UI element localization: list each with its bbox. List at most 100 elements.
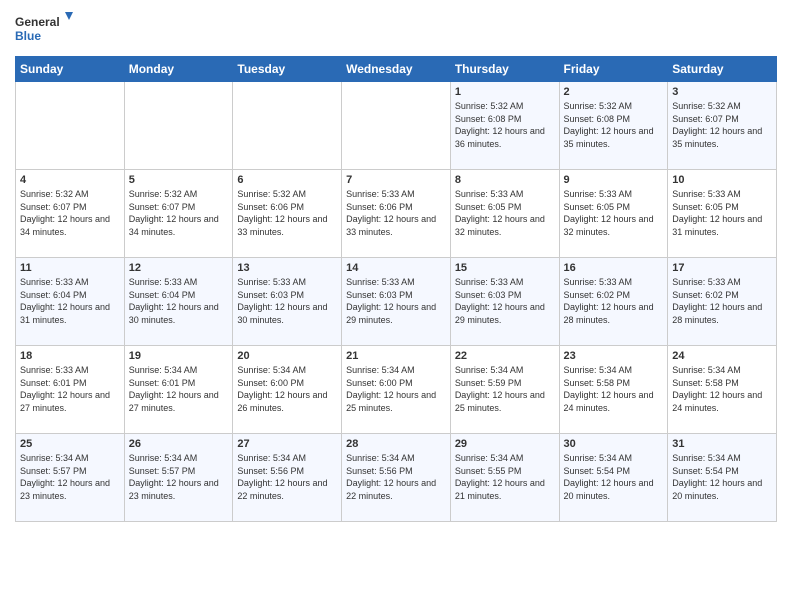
day-number: 11 — [20, 262, 120, 274]
day-number: 1 — [455, 86, 555, 98]
day-number: 7 — [346, 174, 446, 186]
day-number: 18 — [20, 350, 120, 362]
calendar-cell: 19 Sunrise: 5:34 AM Sunset: 6:01 PM Dayli… — [124, 346, 233, 434]
calendar-cell: 21 Sunrise: 5:34 AM Sunset: 6:00 PM Dayli… — [342, 346, 451, 434]
day-number: 5 — [129, 174, 229, 186]
day-number: 22 — [455, 350, 555, 362]
week-row-1: 1 Sunrise: 5:32 AM Sunset: 6:08 PM Daylig… — [16, 82, 777, 170]
day-info: Sunrise: 5:34 AM Sunset: 6:01 PM Dayligh… — [129, 364, 229, 414]
calendar-cell: 30Sunrise: 5:34 AM Sunset: 5:54 PM Dayli… — [559, 434, 668, 522]
calendar-cell: 4Sunrise: 5:32 AM Sunset: 6:07 PM Daylig… — [16, 170, 125, 258]
calendar-cell — [342, 82, 451, 170]
calendar-cell: 27 Sunrise: 5:34 AM Sunset: 5:56 PM Dayli… — [233, 434, 342, 522]
day-info: Sunrise: 5:33 AM Sunset: 6:06 PM Dayligh… — [346, 188, 446, 238]
calendar-cell: 15 Sunrise: 5:33 AM Sunset: 6:03 PM Dayli… — [450, 258, 559, 346]
day-info: Sunrise: 5:34 AM Sunset: 6:00 PM Dayligh… — [346, 364, 446, 414]
calendar-cell — [16, 82, 125, 170]
col-header-friday: Friday — [559, 57, 668, 82]
day-number: 12 — [129, 262, 229, 274]
day-number: 19 — [129, 350, 229, 362]
day-info: Sunrise: 5:34 AM Sunset: 5:57 PM Dayligh… — [129, 452, 229, 502]
calendar-cell: 26Sunrise: 5:34 AM Sunset: 5:57 PM Dayli… — [124, 434, 233, 522]
svg-text:Blue: Blue — [15, 29, 41, 43]
col-header-wednesday: Wednesday — [342, 57, 451, 82]
calendar-cell: 28 Sunrise: 5:34 AM Sunset: 5:56 PM Dayli… — [342, 434, 451, 522]
day-info: Sunrise: 5:33 AM Sunset: 6:05 PM Dayligh… — [455, 188, 555, 238]
week-row-2: 4Sunrise: 5:32 AM Sunset: 6:07 PM Daylig… — [16, 170, 777, 258]
day-info: Sunrise: 5:32 AM Sunset: 6:06 PM Dayligh… — [237, 188, 337, 238]
col-header-tuesday: Tuesday — [233, 57, 342, 82]
calendar-cell: 22 Sunrise: 5:34 AM Sunset: 5:59 PM Dayli… — [450, 346, 559, 434]
calendar-cell: 20 Sunrise: 5:34 AM Sunset: 6:00 PM Dayli… — [233, 346, 342, 434]
day-info: Sunrise: 5:34 AM Sunset: 5:56 PM Dayligh… — [346, 452, 446, 502]
calendar-cell: 25 Sunrise: 5:34 AM Sunset: 5:57 PM Dayli… — [16, 434, 125, 522]
day-info: Sunrise: 5:34 AM Sunset: 5:54 PM Dayligh… — [672, 452, 772, 502]
day-info: Sunrise: 5:34 AM Sunset: 5:59 PM Dayligh… — [455, 364, 555, 414]
day-info: Sunrise: 5:33 AM Sunset: 6:05 PM Dayligh… — [564, 188, 664, 238]
calendar-cell: 14Sunrise: 5:33 AM Sunset: 6:03 PM Dayli… — [342, 258, 451, 346]
day-info: Sunrise: 5:32 AM Sunset: 6:07 PM Dayligh… — [129, 188, 229, 238]
calendar-cell: 5 Sunrise: 5:32 AM Sunset: 6:07 PM Daylig… — [124, 170, 233, 258]
day-info: Sunrise: 5:32 AM Sunset: 6:08 PM Dayligh… — [455, 100, 555, 150]
day-number: 28 — [346, 438, 446, 450]
calendar-cell: 17 Sunrise: 5:33 AM Sunset: 6:02 PM Dayli… — [668, 258, 777, 346]
week-row-5: 25 Sunrise: 5:34 AM Sunset: 5:57 PM Dayli… — [16, 434, 777, 522]
calendar-cell — [124, 82, 233, 170]
day-number: 2 — [564, 86, 664, 98]
day-info: Sunrise: 5:34 AM Sunset: 5:58 PM Dayligh… — [672, 364, 772, 414]
day-number: 14 — [346, 262, 446, 274]
calendar-cell: 6Sunrise: 5:32 AM Sunset: 6:06 PM Daylig… — [233, 170, 342, 258]
week-row-3: 11 Sunrise: 5:33 AM Sunset: 6:04 PM Dayli… — [16, 258, 777, 346]
header-row: SundayMondayTuesdayWednesdayThursdayFrid… — [16, 57, 777, 82]
col-header-saturday: Saturday — [668, 57, 777, 82]
col-header-monday: Monday — [124, 57, 233, 82]
calendar-cell: 29Sunrise: 5:34 AM Sunset: 5:55 PM Dayli… — [450, 434, 559, 522]
day-info: Sunrise: 5:33 AM Sunset: 6:03 PM Dayligh… — [237, 276, 337, 326]
col-header-sunday: Sunday — [16, 57, 125, 82]
calendar-cell: 13 Sunrise: 5:33 AM Sunset: 6:03 PM Dayli… — [233, 258, 342, 346]
day-number: 17 — [672, 262, 772, 274]
day-number: 21 — [346, 350, 446, 362]
day-number: 27 — [237, 438, 337, 450]
day-info: Sunrise: 5:34 AM Sunset: 5:55 PM Dayligh… — [455, 452, 555, 502]
day-info: Sunrise: 5:33 AM Sunset: 6:02 PM Dayligh… — [564, 276, 664, 326]
day-number: 3 — [672, 86, 772, 98]
calendar-cell: 8Sunrise: 5:33 AM Sunset: 6:05 PM Daylig… — [450, 170, 559, 258]
day-info: Sunrise: 5:34 AM Sunset: 6:00 PM Dayligh… — [237, 364, 337, 414]
day-number: 15 — [455, 262, 555, 274]
day-number: 24 — [672, 350, 772, 362]
col-header-thursday: Thursday — [450, 57, 559, 82]
calendar-cell: 9 Sunrise: 5:33 AM Sunset: 6:05 PM Daylig… — [559, 170, 668, 258]
logo: General Blue — [15, 10, 75, 50]
day-number: 13 — [237, 262, 337, 274]
day-info: Sunrise: 5:33 AM Sunset: 6:01 PM Dayligh… — [20, 364, 120, 414]
day-info: Sunrise: 5:33 AM Sunset: 6:04 PM Dayligh… — [20, 276, 120, 326]
day-number: 20 — [237, 350, 337, 362]
calendar-cell: 7 Sunrise: 5:33 AM Sunset: 6:06 PM Daylig… — [342, 170, 451, 258]
day-number: 31 — [672, 438, 772, 450]
calendar-cell: 18 Sunrise: 5:33 AM Sunset: 6:01 PM Dayli… — [16, 346, 125, 434]
day-info: Sunrise: 5:33 AM Sunset: 6:05 PM Dayligh… — [672, 188, 772, 238]
calendar-cell: 31 Sunrise: 5:34 AM Sunset: 5:54 PM Dayli… — [668, 434, 777, 522]
calendar-cell: 10Sunrise: 5:33 AM Sunset: 6:05 PM Dayli… — [668, 170, 777, 258]
logo-svg: General Blue — [15, 10, 75, 50]
day-info: Sunrise: 5:32 AM Sunset: 6:08 PM Dayligh… — [564, 100, 664, 150]
calendar-cell: 12 Sunrise: 5:33 AM Sunset: 6:04 PM Dayli… — [124, 258, 233, 346]
day-number: 25 — [20, 438, 120, 450]
day-info: Sunrise: 5:33 AM Sunset: 6:02 PM Dayligh… — [672, 276, 772, 326]
calendar-cell: 2 Sunrise: 5:32 AM Sunset: 6:08 PM Daylig… — [559, 82, 668, 170]
page-container: General Blue SundayMondayTuesdayWednesda… — [0, 0, 792, 532]
calendar-cell: 24 Sunrise: 5:34 AM Sunset: 5:58 PM Dayli… — [668, 346, 777, 434]
day-info: Sunrise: 5:34 AM Sunset: 5:56 PM Dayligh… — [237, 452, 337, 502]
calendar-cell: 16Sunrise: 5:33 AM Sunset: 6:02 PM Dayli… — [559, 258, 668, 346]
day-info: Sunrise: 5:34 AM Sunset: 5:58 PM Dayligh… — [564, 364, 664, 414]
day-info: Sunrise: 5:33 AM Sunset: 6:03 PM Dayligh… — [455, 276, 555, 326]
day-number: 23 — [564, 350, 664, 362]
day-number: 9 — [564, 174, 664, 186]
day-info: Sunrise: 5:33 AM Sunset: 6:04 PM Dayligh… — [129, 276, 229, 326]
day-info: Sunrise: 5:32 AM Sunset: 6:07 PM Dayligh… — [20, 188, 120, 238]
day-number: 30 — [564, 438, 664, 450]
calendar-cell: 1 Sunrise: 5:32 AM Sunset: 6:08 PM Daylig… — [450, 82, 559, 170]
svg-text:General: General — [15, 15, 60, 29]
day-info: Sunrise: 5:34 AM Sunset: 5:57 PM Dayligh… — [20, 452, 120, 502]
